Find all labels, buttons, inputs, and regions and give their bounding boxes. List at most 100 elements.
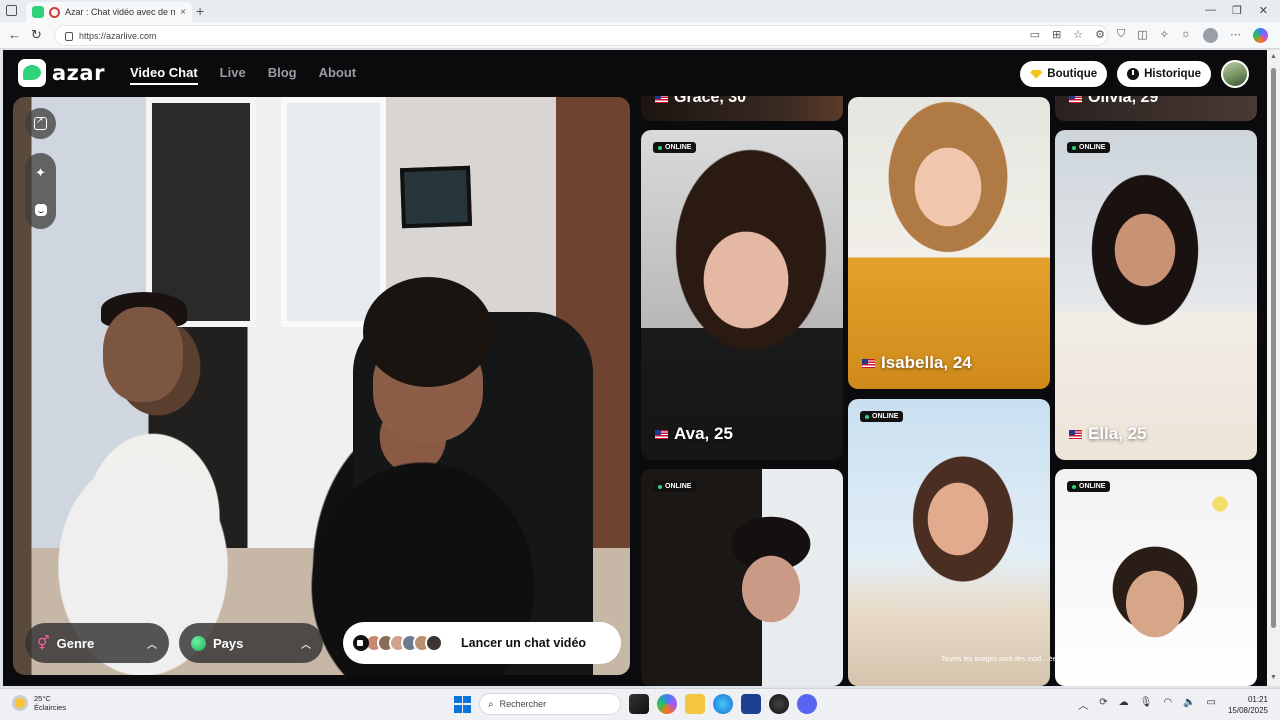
azar-logo[interactable]: azar	[18, 59, 105, 87]
new-tab-button[interactable]: +	[196, 3, 204, 19]
tab-group-icon	[32, 6, 44, 18]
nav-about[interactable]: About	[319, 65, 357, 85]
profile-name: Isabella, 24	[862, 353, 972, 373]
logo-text: azar	[52, 61, 105, 85]
close-window-icon[interactable]: ✕	[1259, 4, 1268, 17]
settings-icon[interactable]: ☼	[1181, 28, 1191, 43]
profile-name: Ava, 25	[655, 424, 733, 444]
page-scrollbar[interactable]: ▲ ▼	[1267, 50, 1280, 686]
online-badge: ONLINE	[860, 411, 904, 422]
profile-card-isabella[interactable]: Isabella, 24	[848, 97, 1050, 389]
expand-icon	[34, 115, 47, 130]
scroll-down-icon[interactable]: ▼	[1270, 674, 1277, 681]
person-right-hair	[363, 277, 493, 387]
battery-icon[interactable]: ▭	[1207, 697, 1216, 712]
minimize-icon[interactable]: —	[1205, 4, 1216, 16]
shield-icon[interactable]: ⛉	[1117, 28, 1125, 43]
app-icon[interactable]	[769, 694, 789, 714]
url-text: https://azarlive.com	[79, 30, 157, 41]
recording-icon	[49, 6, 60, 18]
header-actions: Boutique Historique	[1020, 60, 1249, 88]
avatar	[425, 634, 443, 652]
azar-page: azar Video Chat Live Blog About Boutique…	[3, 50, 1267, 686]
search-placeholder: Rechercher	[499, 699, 547, 709]
camera-tools: ✦	[25, 108, 56, 229]
profile-grid: Grace, 30 Olivia, 29 ONLINE Ava, 25 Isab…	[641, 57, 1261, 686]
launch-video-chat-button[interactable]: Lancer un chat vidéo	[343, 622, 621, 664]
edge-icon[interactable]	[713, 694, 733, 714]
back-icon[interactable]: ←	[8, 28, 21, 42]
pays-label: Pays	[213, 635, 244, 651]
system-tray: ︿ ⟳ ☁ 🎙 ◠ 🔈 ▭	[1078, 697, 1216, 712]
wall-frame-shape	[399, 165, 473, 229]
favorite-star-icon[interactable]: ☆	[1073, 28, 1083, 43]
taskbar-search[interactable]: ⌕ Rechercher	[479, 693, 621, 715]
tab-close-icon[interactable]: ×	[180, 7, 186, 18]
split-screen-icon[interactable]: ◫	[1137, 28, 1147, 43]
main-nav: Video Chat Live Blog About	[130, 65, 356, 85]
refresh-icon[interactable]: ↻	[31, 28, 42, 42]
site-header: azar Video Chat Live Blog About Boutique…	[3, 50, 1267, 96]
profile-card[interactable]: ONLINE	[848, 399, 1050, 686]
nav-blog[interactable]: Blog	[268, 65, 297, 85]
discord-icon[interactable]	[797, 694, 817, 714]
mask-button[interactable]	[25, 194, 56, 225]
boutique-button[interactable]: Boutique	[1020, 61, 1108, 87]
images-disclaimer: Toutes les images sont des mod... ées à …	[941, 656, 1172, 663]
tray-app-icon[interactable]: ⟳	[1099, 697, 1107, 712]
copilot-app-icon[interactable]	[657, 694, 677, 714]
weather-icon	[12, 695, 28, 711]
cloud-icon[interactable]: ☁	[1119, 697, 1129, 712]
tab-title: Azar : Chat vidéo avec de no	[65, 7, 176, 17]
historique-button[interactable]: Historique	[1117, 61, 1211, 87]
genre-label: Genre	[56, 635, 95, 651]
profile-card-ava[interactable]: ONLINE Ava, 25	[641, 130, 843, 460]
user-avatar[interactable]	[1221, 60, 1249, 88]
microphone-icon[interactable]: 🎙	[1140, 697, 1153, 712]
extensions-icon[interactable]: ⚙	[1095, 28, 1105, 43]
url-field[interactable]: https://azarlive.com	[54, 25, 1108, 46]
profile-card[interactable]: ONLINE	[641, 469, 843, 686]
effects-button[interactable]: ✦	[25, 157, 56, 188]
browser-profile-icon[interactable]	[1203, 28, 1218, 43]
collections-icon[interactable]: ✧	[1160, 28, 1169, 43]
clock-icon	[1127, 68, 1140, 80]
genre-filter[interactable]: ⚥ Genre ︿	[25, 623, 169, 663]
scrollbar-thumb[interactable]	[1271, 68, 1276, 628]
nav-live[interactable]: Live	[220, 65, 246, 85]
pays-filter[interactable]: Pays ︿	[179, 623, 323, 663]
browser-tab-azar[interactable]: Azar : Chat vidéo avec de no ×	[26, 2, 192, 22]
task-view-icon[interactable]	[629, 694, 649, 714]
azar-logo-icon	[18, 59, 46, 87]
browser-tab-strip: Azar : Chat vidéo avec de no × + — ❐ ✕	[0, 0, 1280, 22]
online-badge: ONLINE	[1067, 481, 1111, 492]
profile-card-ella[interactable]: ONLINE Ella, 25	[1055, 130, 1257, 460]
scroll-up-icon[interactable]: ▲	[1270, 53, 1277, 60]
nav-video-chat[interactable]: Video Chat	[130, 65, 198, 85]
more-menu-icon[interactable]: ⋯	[1230, 28, 1241, 43]
wifi-icon[interactable]: ◠	[1163, 697, 1172, 712]
chevron-up-icon[interactable]: ︿	[1078, 697, 1088, 712]
avatar-stack	[353, 634, 443, 652]
weather-widget[interactable]: 25°C Éclaircies	[12, 694, 66, 712]
boutique-label: Boutique	[1047, 68, 1098, 80]
camera-permission-icon[interactable]: ▭	[1030, 28, 1040, 43]
taskbar-clock[interactable]: 01:21 15/08/2025	[1228, 694, 1268, 716]
store-icon[interactable]	[741, 694, 761, 714]
match-controls: ⚥ Genre ︿ Pays ︿ Lancer un chat vidéo	[25, 622, 621, 664]
file-explorer-icon[interactable]	[685, 694, 705, 714]
profile-card[interactable]: ONLINE	[1055, 469, 1257, 686]
app-available-icon[interactable]: ⊞	[1052, 28, 1061, 43]
window-menu-icon[interactable]	[6, 5, 17, 16]
sparkle-icon: ✦	[35, 164, 46, 180]
weather-text: 25°C Éclaircies	[34, 694, 67, 712]
expand-button[interactable]	[25, 108, 56, 139]
start-icon[interactable]	[454, 695, 471, 713]
restore-icon[interactable]: ❐	[1232, 4, 1242, 17]
volume-icon[interactable]: 🔈	[1183, 697, 1195, 712]
search-icon: ⌕	[488, 698, 494, 710]
launch-label: Lancer un chat vidéo	[461, 636, 587, 650]
window-shape	[146, 97, 256, 327]
copilot-icon[interactable]	[1253, 28, 1268, 43]
camera-preview	[13, 97, 630, 675]
